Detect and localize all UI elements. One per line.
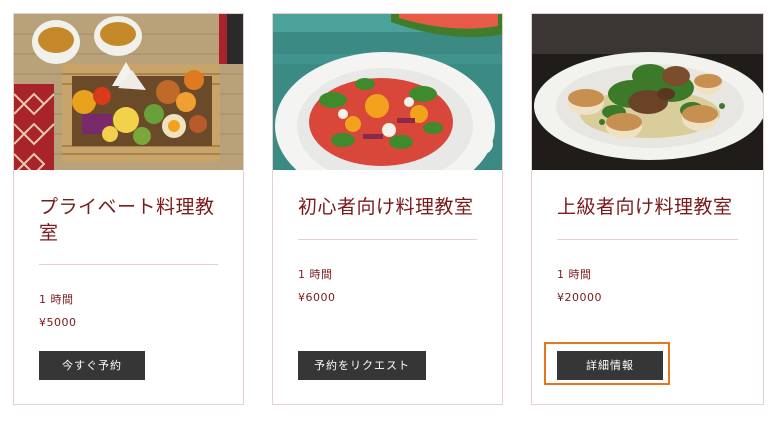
service-card-beginner[interactable]: 初心者向け料理教室 1 時間 ¥6000 予約をリクエスト (272, 13, 503, 405)
service-card-private[interactable]: プライベート料理教室 1 時間 ¥5000 今すぐ予約 (13, 13, 244, 405)
service-duration: 1 時間 (557, 268, 592, 281)
divider (298, 239, 477, 240)
divider (557, 239, 738, 240)
service-image-salad[interactable] (273, 14, 502, 170)
book-now-button[interactable]: 今すぐ予約 (39, 351, 145, 380)
more-info-button[interactable]: 詳細情報 (557, 351, 663, 380)
service-title[interactable]: 初心者向け料理教室 (298, 194, 484, 220)
divider (39, 264, 218, 265)
service-title[interactable]: 上級者向け料理教室 (557, 194, 745, 220)
service-image-bento[interactable] (14, 14, 243, 170)
service-image-scallops[interactable] (532, 14, 763, 170)
service-price: ¥20000 (557, 291, 602, 304)
service-duration: 1 時間 (39, 293, 74, 306)
service-card-advanced[interactable]: 上級者向け料理教室 1 時間 ¥20000 詳細情報 (531, 13, 764, 405)
service-card-grid: プライベート料理教室 1 時間 ¥5000 今すぐ予約 初心者向け料理教室 1 … (0, 0, 779, 422)
service-duration: 1 時間 (298, 268, 333, 281)
service-price: ¥5000 (39, 316, 77, 329)
service-price: ¥6000 (298, 291, 336, 304)
request-booking-button[interactable]: 予約をリクエスト (298, 351, 426, 380)
service-title[interactable]: プライベート料理教室 (39, 194, 225, 246)
